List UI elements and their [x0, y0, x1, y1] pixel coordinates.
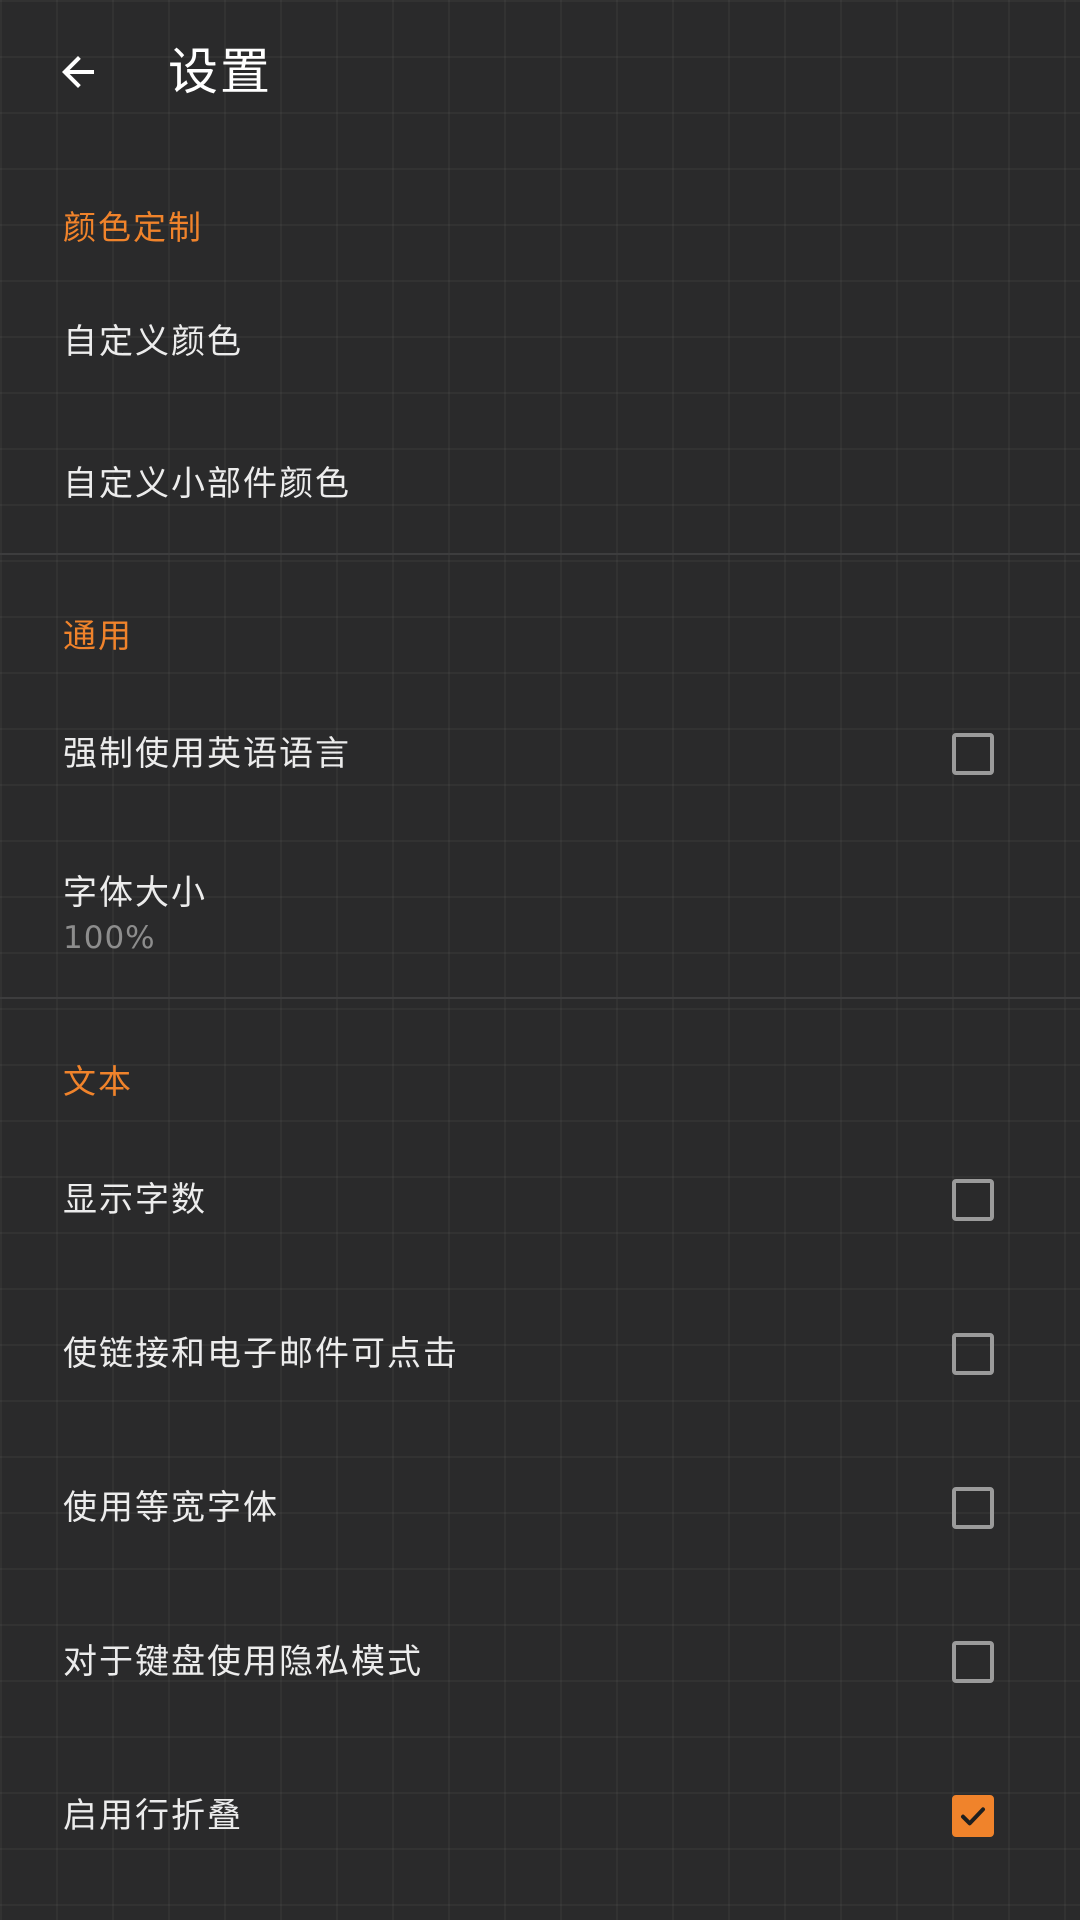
- setting-title: 字体大小: [63, 873, 207, 913]
- setting-title: 使链接和电子邮件可点击: [63, 1334, 459, 1374]
- section-divider: [0, 997, 1080, 999]
- setting-monospace-font[interactable]: 使用等宽字体: [0, 1438, 1080, 1578]
- section-divider: [0, 553, 1080, 555]
- setting-title: 强制使用英语语言: [63, 734, 351, 774]
- section-header-text: 文本: [63, 1062, 133, 1101]
- force-english-checkbox[interactable]: [952, 733, 994, 775]
- setting-title: 自定义小部件颜色: [63, 464, 351, 504]
- section-header-general: 通用: [63, 616, 133, 655]
- clickable-links-checkbox[interactable]: [952, 1333, 994, 1375]
- setting-custom-colors[interactable]: 自定义颜色: [0, 272, 1080, 412]
- setting-title: 自定义颜色: [63, 322, 243, 362]
- settings-screen: 设置 颜色定制 自定义颜色 自定义小部件颜色 通用 强制使用英语语言 字体大小 …: [0, 0, 1080, 1920]
- setting-show-word-count[interactable]: 显示字数: [0, 1130, 1080, 1270]
- setting-title: 对于键盘使用隐私模式: [63, 1642, 423, 1682]
- section-header-color: 颜色定制: [63, 208, 203, 247]
- arrow-back-icon: [62, 56, 94, 88]
- line-folding-checkbox[interactable]: [952, 1795, 994, 1837]
- keyboard-privacy-checkbox[interactable]: [952, 1641, 994, 1683]
- setting-force-english[interactable]: 强制使用英语语言: [0, 684, 1080, 824]
- setting-font-size[interactable]: 字体大小 100%: [0, 830, 1080, 970]
- setting-title: 启用行折叠: [63, 1796, 243, 1836]
- monospace-font-checkbox[interactable]: [952, 1487, 994, 1529]
- check-icon: [956, 1799, 990, 1833]
- page-title: 设置: [168, 43, 272, 101]
- setting-line-folding[interactable]: 启用行折叠: [0, 1746, 1080, 1886]
- setting-title: 显示字数: [63, 1180, 207, 1220]
- setting-custom-widget-colors[interactable]: 自定义小部件颜色: [0, 414, 1080, 554]
- back-button[interactable]: [44, 38, 112, 106]
- setting-clickable-links[interactable]: 使链接和电子邮件可点击: [0, 1284, 1080, 1424]
- setting-title: 使用等宽字体: [63, 1488, 279, 1528]
- font-size-value: 100%: [63, 920, 156, 956]
- toolbar: 设置: [0, 0, 1080, 146]
- setting-keyboard-privacy[interactable]: 对于键盘使用隐私模式: [0, 1592, 1080, 1732]
- show-word-count-checkbox[interactable]: [952, 1179, 994, 1221]
